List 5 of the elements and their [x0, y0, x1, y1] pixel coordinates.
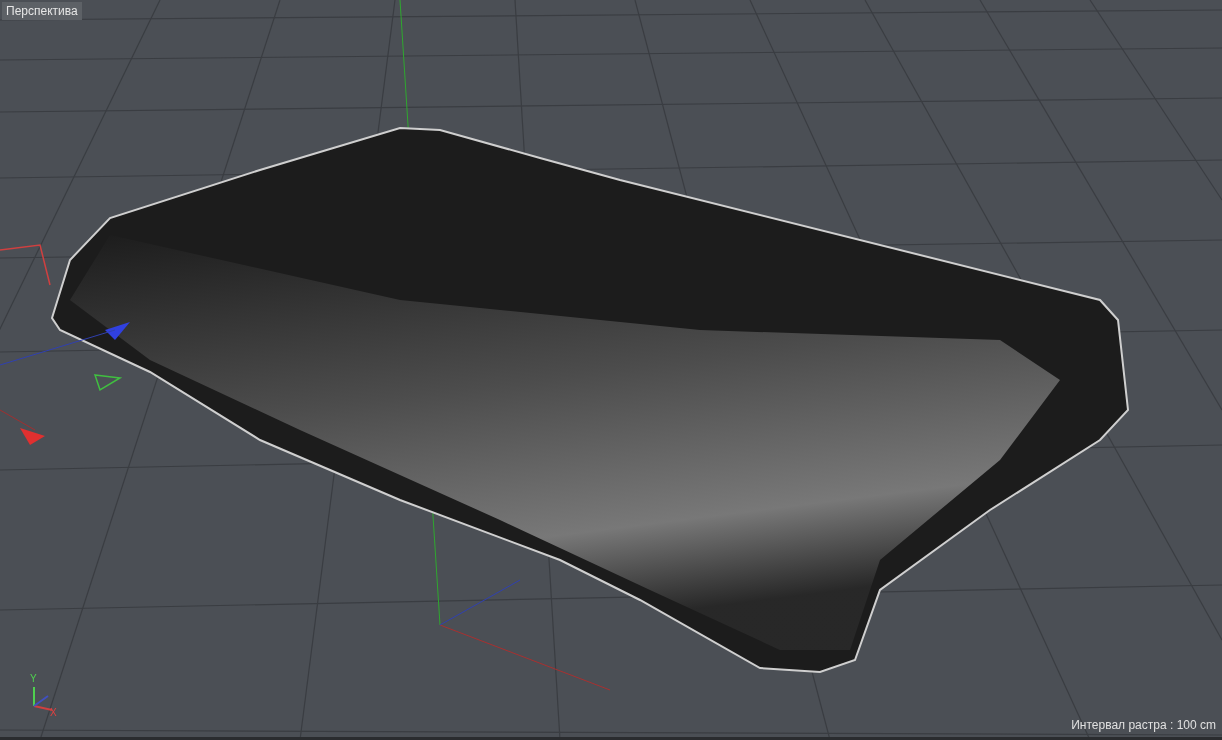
viewport[interactable]: Перспектива Y X Интервал растра : 100 cm — [0, 0, 1222, 740]
grid-spacing-label: Интервал растра : 100 cm — [1071, 717, 1216, 734]
y-axis-label: Y — [30, 674, 37, 684]
x-axis-label: X — [50, 708, 57, 718]
viewport-title[interactable]: Перспектива — [2, 2, 82, 20]
